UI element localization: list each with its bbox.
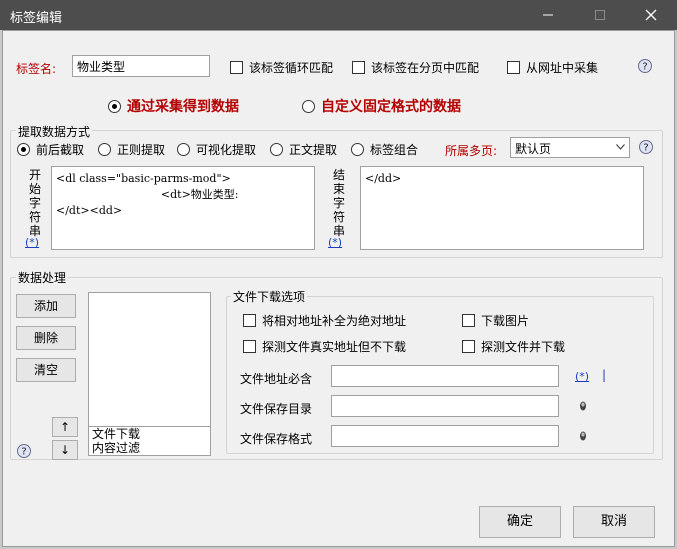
checkbox-box[interactable] <box>462 314 475 327</box>
format-picker-icon[interactable] <box>578 430 588 442</box>
radio-dot[interactable] <box>177 143 190 156</box>
radio-dot[interactable] <box>17 143 30 156</box>
cancel-button[interactable]: 取消 <box>573 506 655 538</box>
tag-name-input[interactable]: 物业类型 <box>72 55 210 77</box>
radio-label: 通过采集得到数据 <box>127 99 239 115</box>
chevron-down-icon <box>616 144 625 150</box>
page-label: 所属多页: <box>445 144 498 158</box>
list-item[interactable]: 文件下载 <box>92 427 140 441</box>
checkbox-label: 探测文件并下载 <box>481 340 566 354</box>
file-url-contains-label: 文件地址必含 <box>240 372 313 386</box>
svg-text:?: ? <box>642 62 647 73</box>
radio-dot[interactable] <box>302 99 315 113</box>
start-string-label: 开 始 字 符 串 <box>28 168 42 238</box>
source-collect-radio[interactable]: 通过采集得到数据 <box>108 96 239 116</box>
end-wildcard-link[interactable]: (*) <box>328 236 342 249</box>
minimize-button[interactable] <box>525 0 571 30</box>
method-combine-radio[interactable]: 标签组合 <box>351 141 418 158</box>
save-format-input[interactable] <box>331 425 559 447</box>
radio-dot[interactable] <box>108 99 121 113</box>
checkbox-box[interactable] <box>243 340 256 353</box>
file-url-extra-mark: | <box>602 368 607 382</box>
processing-list[interactable]: 文件下载 内容过滤 <box>88 292 211 456</box>
absolute-url-checkbox[interactable]: 将相对地址补全为绝对地址 <box>243 312 406 329</box>
save-dir-input[interactable] <box>331 395 559 417</box>
label-char: 字 <box>28 196 41 210</box>
clear-button[interactable]: 清空 <box>16 358 76 382</box>
end-string-label: 结 束 字 符 串 <box>332 168 346 238</box>
browse-icon[interactable] <box>578 400 588 412</box>
processing-group-title: 数据处理 <box>16 269 69 286</box>
tag-name-label: 标签名: <box>16 62 57 76</box>
start-string-textarea[interactable]: <dl class="basic-parms-mod"> <dt>物业类型: <… <box>51 166 315 250</box>
checkbox-label: 下载图片 <box>481 314 530 328</box>
close-button[interactable] <box>628 0 674 30</box>
close-icon <box>645 9 657 21</box>
maximize-icon <box>595 10 605 20</box>
svg-text:?: ? <box>643 143 648 154</box>
help-icon[interactable]: ? <box>638 139 654 155</box>
checkbox-box[interactable] <box>462 340 475 353</box>
page-select[interactable]: 默认页 <box>510 137 630 158</box>
radio-dot[interactable] <box>98 143 111 156</box>
move-up-button[interactable]: ↑ <box>52 417 78 437</box>
checkbox-label: 从网址中采集 <box>526 61 599 75</box>
label-char: 符 <box>332 210 345 224</box>
move-down-button[interactable]: ↓ <box>52 440 78 460</box>
label-char: 始 <box>28 182 41 196</box>
delete-button[interactable]: 删除 <box>16 326 76 350</box>
radio-label: 正文提取 <box>289 143 338 157</box>
download-group-title: 文件下载选项 <box>231 288 308 305</box>
title-bar[interactable]: 标签编辑 <box>0 0 677 30</box>
ok-button[interactable]: 确定 <box>479 506 561 538</box>
method-before-after-radio[interactable]: 前后截取 <box>17 141 84 158</box>
probe-and-download-checkbox[interactable]: 探测文件并下载 <box>462 338 565 355</box>
label-char: 字 <box>332 196 345 210</box>
radio-label: 正则提取 <box>117 143 166 157</box>
probe-no-download-checkbox[interactable]: 探测文件真实地址但不下载 <box>243 338 406 355</box>
loop-match-checkbox[interactable]: 该标签循环匹配 <box>230 59 333 76</box>
window-title: 标签编辑 <box>10 11 63 26</box>
radio-label: 可视化提取 <box>196 143 257 157</box>
minimize-icon <box>543 14 553 16</box>
page-match-checkbox[interactable]: 该标签在分页中匹配 <box>352 59 479 76</box>
method-body-radio[interactable]: 正文提取 <box>270 141 337 158</box>
radio-label: 标签组合 <box>370 143 419 157</box>
checkbox-label: 探测文件真实地址但不下载 <box>262 340 407 354</box>
file-url-contains-input[interactable] <box>331 365 559 387</box>
label-char: 符 <box>28 210 41 224</box>
radio-dot[interactable] <box>351 143 364 156</box>
method-regex-radio[interactable]: 正则提取 <box>98 141 165 158</box>
start-wildcard-link[interactable]: (*) <box>25 236 39 249</box>
download-images-checkbox[interactable]: 下载图片 <box>462 312 529 329</box>
extract-group-title: 提取数据方式 <box>16 123 93 140</box>
checkbox-box[interactable] <box>507 61 520 74</box>
list-item[interactable]: 内容过滤 <box>92 441 140 455</box>
save-dir-label: 文件保存目录 <box>240 402 313 416</box>
checkbox-label: 该标签在分页中匹配 <box>371 61 480 75</box>
help-icon[interactable]: ? <box>637 58 653 74</box>
help-icon[interactable]: ? <box>16 443 32 459</box>
label-char: 束 <box>332 182 345 196</box>
checkbox-label: 将相对地址补全为绝对地址 <box>262 314 407 328</box>
end-string-textarea[interactable]: </dd> <box>360 166 644 250</box>
save-format-label: 文件保存格式 <box>240 432 313 446</box>
svg-text:?: ? <box>21 447 26 458</box>
add-button[interactable]: 添加 <box>16 294 76 318</box>
radio-label: 自定义固定格式的数据 <box>321 99 461 115</box>
collect-from-url-checkbox[interactable]: 从网址中采集 <box>507 59 598 76</box>
radio-dot[interactable] <box>270 143 283 156</box>
label-char: 开 <box>28 168 41 182</box>
checkbox-box[interactable] <box>352 61 365 74</box>
method-visual-radio[interactable]: 可视化提取 <box>177 141 256 158</box>
checkbox-box[interactable] <box>230 61 243 74</box>
maximize-button[interactable] <box>577 0 623 30</box>
checkbox-box[interactable] <box>243 314 256 327</box>
label-char: 结 <box>332 168 345 182</box>
page-select-value: 默认页 <box>515 142 552 156</box>
radio-label: 前后截取 <box>36 143 85 157</box>
source-custom-radio[interactable]: 自定义固定格式的数据 <box>302 96 461 116</box>
file-url-wildcard-link[interactable]: (*) <box>575 370 589 383</box>
checkbox-label: 该标签循环匹配 <box>249 61 334 75</box>
